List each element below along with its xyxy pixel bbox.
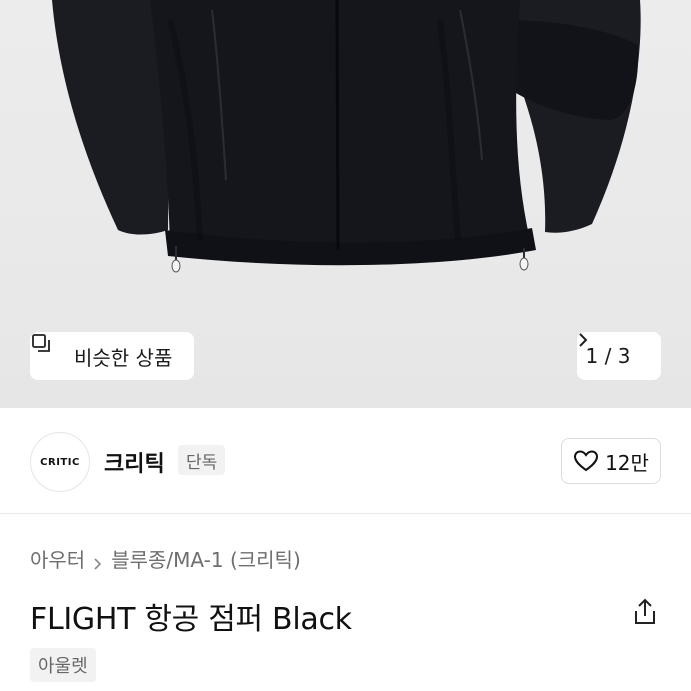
product-title: FLIGHT 항공 점퍼 Black xyxy=(30,602,352,637)
breadcrumb-item-subcategory[interactable]: 블루종/MA-1 (크리틱) xyxy=(111,544,301,573)
brand-row: CRITIC 크리틱 단독 12만 xyxy=(0,408,691,514)
share-icon xyxy=(635,598,655,624)
breadcrumb-item-category[interactable]: 아우터 xyxy=(30,544,85,573)
share-button[interactable] xyxy=(629,596,661,628)
chevron-right-icon xyxy=(93,552,103,570)
pager-separator: / xyxy=(604,344,612,368)
product-image-area[interactable]: 비슷한 상품 1 / 3 xyxy=(0,0,691,408)
like-button[interactable]: 12만 xyxy=(561,438,661,484)
breadcrumb: 아우터 블루종/MA-1 (크리틱) xyxy=(30,544,301,573)
similar-items-label: 비슷한 상품 xyxy=(74,345,173,370)
chevron-right-icon xyxy=(579,333,652,364)
brand-logo-text: CRITIC xyxy=(40,456,80,468)
brand-logo[interactable]: CRITIC xyxy=(30,432,90,492)
pager-text: 1 / 3 xyxy=(586,344,631,368)
outlet-tag: 아울렛 xyxy=(30,648,96,682)
similar-items-button[interactable]: 비슷한 상품 xyxy=(30,332,194,380)
exclusive-badge: 단독 xyxy=(178,445,226,475)
heart-outline-icon xyxy=(573,449,599,473)
pager-total: 3 xyxy=(617,344,631,368)
brand-name[interactable]: 크리틱 xyxy=(104,446,165,478)
like-count: 12만 xyxy=(605,450,649,475)
similar-items-icon xyxy=(32,334,66,367)
image-pager[interactable]: 1 / 3 xyxy=(577,332,661,380)
